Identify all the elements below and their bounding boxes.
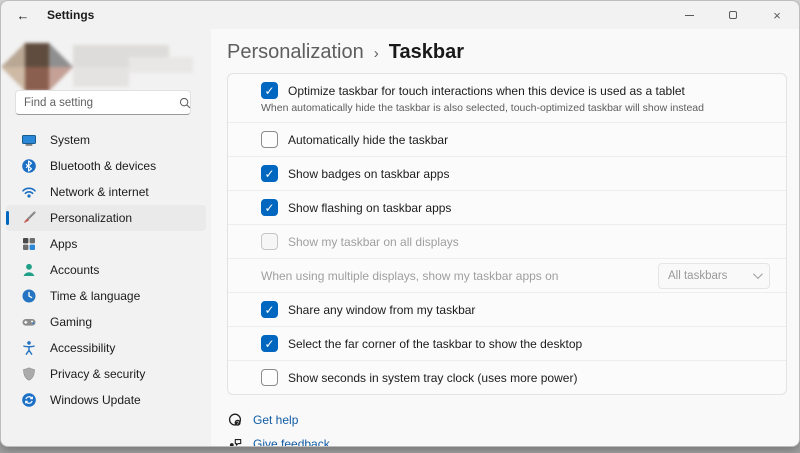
setting-row-seconds-clock: ✓ Show seconds in system tray clock (use… <box>228 360 786 394</box>
search-box[interactable] <box>15 90 191 115</box>
checkbox[interactable]: ✓ <box>261 199 278 216</box>
sidebar-item-label: Network & internet <box>50 185 149 199</box>
personalization-icon <box>21 210 37 226</box>
give-feedback-label: Give feedback <box>253 437 330 447</box>
chevron-right-icon: › <box>374 45 379 62</box>
setting-row-far-corner-desktop: ✓ Select the far corner of the taskbar t… <box>228 326 786 360</box>
sidebar-item-network-internet[interactable]: Network & internet <box>6 179 206 205</box>
give-feedback-link[interactable]: Give feedback <box>227 432 330 447</box>
sidebar-item-bluetooth-devices[interactable]: Bluetooth & devices <box>6 153 206 179</box>
setting-row-share-window: ✓ Share any window from my taskbar <box>228 292 786 326</box>
checkbox[interactable]: ✓ <box>261 233 278 250</box>
sidebar-item-label: Windows Update <box>50 393 141 407</box>
setting-label: Automatically hide the taskbar <box>288 133 448 147</box>
maximize-icon <box>729 11 737 19</box>
dropdown-value: All taskbars <box>668 270 727 282</box>
breadcrumb-parent[interactable]: Personalization <box>227 41 364 64</box>
checkbox[interactable]: ✓ <box>261 335 278 352</box>
sidebar-item-system[interactable]: System <box>6 127 206 153</box>
sidebar: System Bluetooth & devices Network & int… <box>1 29 211 446</box>
sidebar-item-label: Privacy & security <box>50 367 145 381</box>
breadcrumb: Personalization › Taskbar <box>227 41 799 64</box>
sidebar-item-label: Accounts <box>50 263 99 277</box>
help-footer: ? Get help Give feedback <box>227 408 799 447</box>
maximize-button[interactable] <box>711 1 755 29</box>
taskbar-apps-dropdown[interactable]: All taskbars <box>658 263 770 289</box>
setting-row-auto-hide: ✓ Automatically hide the taskbar <box>228 122 786 156</box>
bluetooth-icon <box>21 158 37 174</box>
back-arrow-icon: ← <box>17 8 30 23</box>
setting-label: When using multiple displays, show my ta… <box>261 269 558 283</box>
sidebar-item-windows-update[interactable]: Windows Update <box>6 387 206 413</box>
update-icon <box>21 392 37 408</box>
sidebar-item-label: Apps <box>50 237 77 251</box>
sidebar-item-label: Personalization <box>50 211 132 225</box>
sidebar-item-apps[interactable]: Apps <box>6 231 206 257</box>
gamepad-icon <box>21 314 37 330</box>
wifi-icon <box>21 184 37 200</box>
setting-label: Show badges on taskbar apps <box>288 167 449 181</box>
sidebar-item-label: Time & language <box>50 289 140 303</box>
sidebar-item-accounts[interactable]: Accounts <box>6 257 206 283</box>
sidebar-item-personalization[interactable]: Personalization <box>6 205 206 231</box>
minimize-button[interactable] <box>667 1 711 29</box>
titlebar: ← Settings × <box>1 1 799 29</box>
setting-label: Show my taskbar on all displays <box>288 235 459 249</box>
main-pane: Personalization › Taskbar ✓ Optimize tas… <box>211 29 799 446</box>
back-button[interactable]: ← <box>7 4 39 26</box>
give-feedback-icon <box>227 436 243 447</box>
sidebar-item-label: Accessibility <box>50 341 115 355</box>
sidebar-item-label: Bluetooth & devices <box>50 159 156 173</box>
setting-label: Show flashing on taskbar apps <box>288 201 451 215</box>
sidebar-item-gaming[interactable]: Gaming <box>6 309 206 335</box>
get-help-link[interactable]: ? Get help <box>227 408 298 432</box>
system-icon <box>21 132 37 148</box>
setting-row-taskbar-all-displays: ✓ Show my taskbar on all displays <box>228 224 786 258</box>
setting-label: Share any window from my taskbar <box>288 303 475 317</box>
sidebar-item-privacy-security[interactable]: Privacy & security <box>6 361 206 387</box>
checkbox[interactable]: ✓ <box>261 82 278 99</box>
chevron-down-icon <box>753 269 763 279</box>
sidebar-item-label: Gaming <box>50 315 92 329</box>
sidebar-item-label: System <box>50 133 90 147</box>
checkbox[interactable]: ✓ <box>261 301 278 318</box>
setting-row-show-flashing: ✓ Show flashing on taskbar apps <box>228 190 786 224</box>
accessibility-icon <box>21 340 37 356</box>
setting-label: Optimize taskbar for touch interactions … <box>288 84 685 98</box>
get-help-label: Get help <box>253 413 298 427</box>
setting-description: When automatically hide the taskbar is a… <box>261 102 704 114</box>
checkbox[interactable]: ✓ <box>261 131 278 148</box>
close-icon: × <box>773 9 781 22</box>
svg-text:?: ? <box>236 421 239 427</box>
sidebar-nav: System Bluetooth & devices Network & int… <box>1 127 211 413</box>
checkbox[interactable]: ✓ <box>261 369 278 386</box>
search-icon <box>178 96 192 110</box>
sidebar-item-time-language[interactable]: Time & language <box>6 283 206 309</box>
taskbar-behaviors-card: ✓ Optimize taskbar for touch interaction… <box>227 73 787 395</box>
sidebar-item-accessibility[interactable]: Accessibility <box>6 335 206 361</box>
clock-icon <box>21 288 37 304</box>
setting-row-multiple-displays-apps: When using multiple displays, show my ta… <box>228 258 786 292</box>
get-help-icon: ? <box>227 412 243 428</box>
window-controls: × <box>667 1 799 29</box>
checkbox[interactable]: ✓ <box>261 165 278 182</box>
settings-window: ← Settings × System <box>0 0 800 447</box>
setting-row-optimize-touch: ✓ Optimize taskbar for touch interaction… <box>228 74 786 122</box>
app-title: Settings <box>47 8 94 22</box>
account-avatar[interactable] <box>9 35 185 91</box>
setting-label: Show seconds in system tray clock (uses … <box>288 371 577 385</box>
accounts-icon <box>21 262 37 278</box>
close-button[interactable]: × <box>755 1 799 29</box>
shield-icon <box>21 366 37 382</box>
apps-icon <box>21 236 37 252</box>
page-title: Taskbar <box>389 41 464 64</box>
minimize-icon <box>685 15 694 16</box>
setting-label: Select the far corner of the taskbar to … <box>288 337 582 351</box>
search-input[interactable] <box>24 97 178 109</box>
setting-row-show-badges: ✓ Show badges on taskbar apps <box>228 156 786 190</box>
